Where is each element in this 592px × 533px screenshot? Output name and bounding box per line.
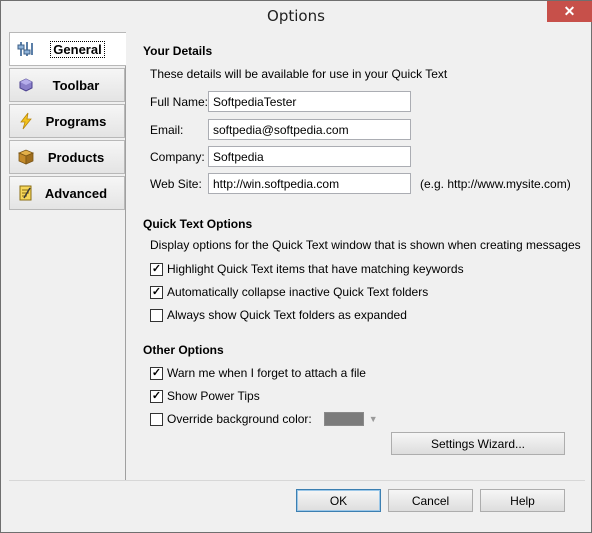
divider — [9, 480, 585, 481]
close-icon: ✕ — [563, 3, 576, 19]
email-input[interactable] — [208, 119, 411, 140]
warn-attach-file-option[interactable]: ✓ Warn me when I forget to attach a file — [150, 366, 366, 380]
show-folders-expanded-option[interactable]: Always show Quick Text folders as expand… — [150, 308, 407, 322]
option-label: Override background color: — [167, 412, 312, 426]
email-label: Email: — [150, 123, 184, 137]
quick-text-options-description: Display options for the Quick Text windo… — [150, 238, 581, 252]
checkbox-checked[interactable]: ✓ — [150, 389, 163, 403]
checkbox-checked[interactable]: ✓ — [150, 262, 163, 276]
help-button[interactable]: Help — [480, 489, 565, 512]
tab-label: Advanced — [44, 185, 108, 201]
option-label: Automatically collapse inactive Quick Te… — [167, 285, 429, 299]
company-input[interactable] — [208, 146, 411, 167]
tab-products[interactable]: Products — [9, 140, 125, 174]
tab-advanced[interactable]: Advanced — [9, 176, 125, 210]
show-power-tips-option[interactable]: ✓ Show Power Tips — [150, 389, 260, 403]
option-label: Show Power Tips — [167, 389, 260, 403]
override-background-color-option[interactable]: Override background color: ▼ — [150, 412, 378, 426]
tab-label: Products — [47, 149, 105, 165]
quick-text-options-heading: Quick Text Options — [143, 217, 253, 231]
chevron-down-icon[interactable]: ▼ — [369, 414, 378, 424]
toolbar-icon — [16, 75, 36, 95]
collapse-inactive-folders-option[interactable]: ✓ Automatically collapse inactive Quick … — [150, 285, 428, 299]
background-color-swatch[interactable] — [323, 412, 364, 426]
tab-general[interactable]: General — [9, 32, 127, 66]
your-details-heading: Your Details — [143, 44, 213, 58]
tab-label: Toolbar — [52, 77, 100, 93]
cancel-button[interactable]: Cancel — [388, 489, 473, 512]
tab-programs[interactable]: Programs — [9, 104, 125, 138]
notepad-icon — [16, 183, 36, 203]
full-name-input[interactable] — [208, 91, 411, 112]
close-button[interactable]: ✕ — [547, 1, 592, 22]
company-label: Company: — [150, 150, 205, 164]
general-settings-icon — [16, 39, 36, 59]
checkbox-unchecked[interactable] — [150, 412, 163, 426]
lightning-icon — [16, 111, 36, 131]
options-window: Options ✕ General Toolbar Programs Produ… — [0, 0, 592, 533]
website-label: Web Site: — [150, 177, 202, 191]
website-input[interactable] — [208, 173, 411, 194]
tab-toolbar[interactable]: Toolbar — [9, 68, 125, 102]
settings-wizard-button[interactable]: Settings Wizard... — [391, 432, 565, 455]
checkbox-unchecked[interactable] — [150, 308, 163, 322]
general-panel: Your Details These details will be avail… — [126, 32, 585, 480]
tab-list: General Toolbar Programs Products Advanc… — [9, 32, 127, 480]
option-label: Highlight Quick Text items that have mat… — [167, 262, 464, 276]
window-title: Options — [267, 7, 325, 25]
website-hint: (e.g. http://www.mysite.com) — [420, 177, 571, 191]
ok-button[interactable]: OK — [296, 489, 381, 512]
checkbox-checked[interactable]: ✓ — [150, 366, 163, 380]
option-label: Always show Quick Text folders as expand… — [167, 308, 407, 322]
title-bar[interactable]: Options ✕ — [1, 1, 592, 32]
other-options-heading: Other Options — [143, 343, 224, 357]
tab-label: Programs — [45, 113, 107, 129]
highlight-matching-keywords-option[interactable]: ✓ Highlight Quick Text items that have m… — [150, 262, 464, 276]
your-details-description: These details will be available for use … — [150, 67, 448, 81]
checkbox-checked[interactable]: ✓ — [150, 285, 163, 299]
box-icon — [16, 147, 36, 167]
full-name-label: Full Name: — [150, 95, 209, 109]
tab-label: General — [50, 40, 105, 58]
option-label: Warn me when I forget to attach a file — [167, 366, 366, 380]
